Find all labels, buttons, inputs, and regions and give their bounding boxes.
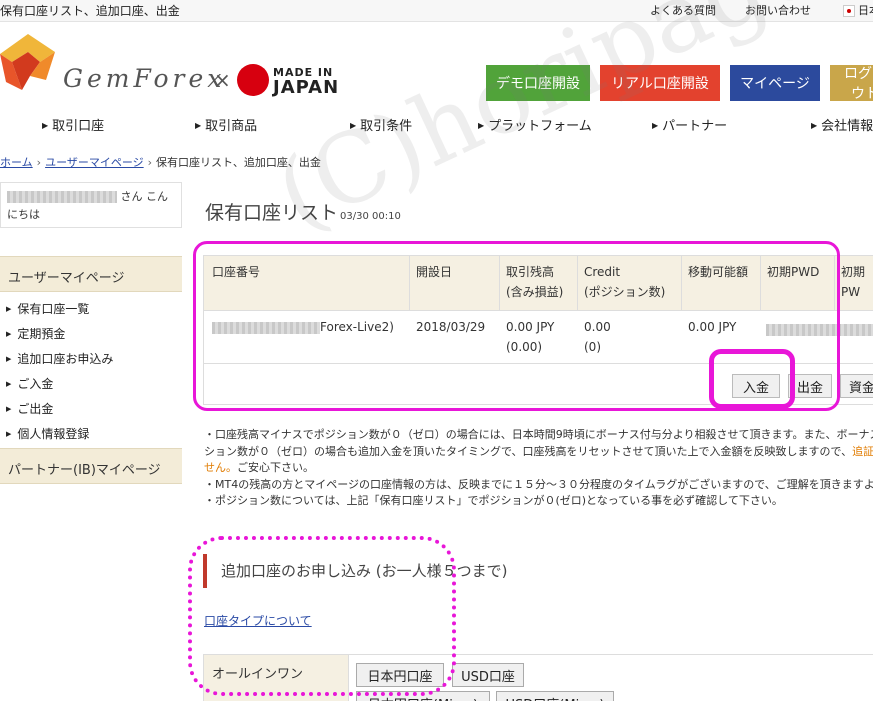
deposit-button[interactable]: 入金 [732, 374, 780, 398]
nav-item-platform[interactable]: ▶ プラットフォーム [478, 115, 592, 134]
sidebar: さん こんにちは ユーザーマイページ ▶ 保有口座一覧 ▶ 定期預金 ▶ 追加口座お申… [0, 182, 182, 487]
header-open-date: 開設日 [416, 265, 453, 279]
account-type-link[interactable]: 口座タイプについて [204, 612, 312, 629]
blurred-password [766, 323, 873, 336]
open-demo-account-button[interactable]: デモ口座開設 [486, 65, 590, 101]
header-transferable: 移動可能額 [688, 265, 749, 279]
chevron-right-icon: › [147, 156, 153, 169]
language-selector[interactable]: 日本 [843, 2, 873, 18]
jpy-account-button[interactable]: 日本円口座 [356, 663, 444, 687]
add-account-title: 追加口座のお申し込み (お一人様５つまで) [203, 554, 507, 588]
contact-link[interactable]: お問い合わせ [745, 2, 811, 18]
breadcrumb: ホーム › ユーザーマイページ › 保有口座リスト、追加口座、出金 [0, 154, 321, 170]
sidebar-item-personal-info[interactable]: ▶ 個人情報登録 [0, 421, 182, 446]
breadcrumb-home[interactable]: ホーム [0, 156, 33, 169]
page-title: 保有口座リスト、追加口座、出金 [0, 4, 180, 18]
jpy-micro-account-button[interactable]: 日本円口座(Micro) [356, 691, 490, 701]
japan-sun-icon [237, 64, 269, 96]
breadcrumb-current: 保有口座リスト、追加口座、出金 [156, 156, 321, 169]
triangle-right-icon: ▶ [350, 121, 357, 130]
triangle-right-icon: ▶ [478, 121, 485, 130]
header-credit: Credit (ポジション数) [584, 265, 666, 299]
account-notes: ・口座残高マイナスでポジション数が０（ゼロ）の場合には、日本時間9時頃にボーナス… [204, 427, 873, 510]
language-label: 日本 [858, 4, 873, 17]
note-line: ・口座残高マイナスでポジション数が０（ゼロ）の場合には、日本時間9時頃にボーナス… [204, 428, 873, 441]
sidebar-item-fixed-deposit[interactable]: ▶ 定期預金 [0, 321, 182, 346]
withdraw-button[interactable]: 出金 [788, 374, 832, 398]
open-real-account-button[interactable]: リアル口座開設 [600, 65, 720, 101]
transfer-button[interactable]: 資金移動 [840, 374, 873, 398]
japan-text: JAPAN [273, 77, 340, 98]
japan-flag-icon [843, 5, 855, 17]
main-nav: ▶ 取引口座 ▶ 取引商品 ▶ 取引条件 ▶ プラットフォーム ▶ パートナー ▶ 会社情報 [0, 104, 873, 144]
header-balance: 取引残高 (含み損益) [506, 265, 564, 299]
sidebar-item-deposit[interactable]: ▶ ご入金 [0, 371, 182, 396]
chevron-right-icon: › [36, 156, 42, 169]
blurred-account-id [212, 321, 320, 334]
logo-times: × [214, 68, 231, 92]
type-label-all-in-one: オールインワン [204, 655, 349, 701]
triangle-right-icon: ▶ [6, 354, 12, 363]
sidebar-section-user-mypage[interactable]: ユーザーマイページ [0, 256, 182, 292]
nav-item-products[interactable]: ▶ 取引商品 [195, 115, 257, 134]
breadcrumb-mypage[interactable]: ユーザーマイページ [45, 156, 144, 169]
header-initial-pwd-2: 初期PW [841, 265, 866, 299]
triangle-right-icon: ▶ [195, 121, 202, 130]
triangle-right-icon: ▶ [42, 121, 49, 130]
triangle-right-icon: ▶ [6, 404, 12, 413]
table-row: Forex-Live2) 2018/03/29 0.00 JPY (0.00) 0… [204, 311, 873, 364]
nav-item-company[interactable]: ▶ 会社情報 [811, 115, 873, 134]
balance: 0.00 JPY (0.00) [506, 320, 555, 354]
header-account-no: 口座番号 [212, 265, 261, 279]
logo-text: GemForex [63, 64, 226, 93]
account-type-table: オールインワン 日本円口座 USD口座 日本円口座(Micro) USD口座(M… [203, 654, 873, 701]
open-date: 2018/03/29 [416, 320, 486, 334]
usd-micro-account-button[interactable]: USD口座(Micro) [496, 691, 614, 701]
site-header: GemForex × MADE IN JAPAN デモ口座開設 リアル口座開設 … [0, 22, 873, 104]
user-greeting: さん こんにちは [0, 182, 182, 228]
triangle-right-icon: ▶ [6, 329, 12, 338]
triangle-right-icon: ▶ [6, 379, 12, 388]
sidebar-item-add-account[interactable]: ▶ 追加口座お申込み [0, 346, 182, 371]
faq-link[interactable]: よくある質問 [650, 2, 716, 18]
triangle-right-icon: ▶ [811, 121, 818, 130]
credit: 0.00 (0) [584, 320, 611, 354]
note-line: ・ポジション数については、上記「保有口座リスト」でポジションが０(ゼロ)となって… [204, 494, 783, 507]
account-number: Forex-Live2) [212, 317, 394, 337]
account-list-title: 保有口座リスト 03/30 00:10 [205, 202, 401, 224]
sidebar-item-withdraw[interactable]: ▶ ご出金 [0, 396, 182, 421]
triangle-right-icon: ▶ [652, 121, 659, 130]
nav-item-conditions[interactable]: ▶ 取引条件 [350, 115, 412, 134]
sidebar-item-accounts[interactable]: ▶ 保有口座一覧 [0, 296, 182, 321]
usd-account-button[interactable]: USD口座 [452, 663, 524, 687]
gemforex-logo-icon[interactable] [0, 32, 55, 92]
header-initial-pwd: 初期PWD [767, 265, 820, 279]
sidebar-section-partner[interactable]: パートナー(IB)マイページ [0, 448, 182, 484]
title-timestamp: 03/30 00:10 [340, 211, 401, 222]
triangle-right-icon: ▶ [6, 304, 12, 313]
sidebar-list: ▶ 保有口座一覧 ▶ 定期預金 ▶ 追加口座お申込み ▶ ご入金 ▶ ご出金 ▶ 個人情報登… [0, 296, 182, 446]
table-header: 口座番号 開設日 取引残高 (含み損益) Credit (ポジション数) 移動可能額… [204, 256, 873, 311]
blurred-username [7, 191, 117, 203]
note-line: ・MT4の残高の方とマイページの口座情報の方は、反映までに１５分～３０分程度のタ… [204, 477, 873, 491]
top-bar: 保有口座リスト、追加口座、出金 よくある質問 お問い合わせ 日本 [0, 0, 873, 22]
note-line: ション数が０（ゼロ）の場合も追加入金を頂いたタイミングで、口座残高をリセットさせ… [204, 444, 873, 458]
transferable: 0.00 JPY [688, 320, 737, 334]
triangle-right-icon: ▶ [6, 429, 12, 438]
initial-pwd [766, 319, 873, 339]
nav-item-partner[interactable]: ▶ パートナー [652, 115, 727, 134]
logout-button[interactable]: ログアウト [830, 65, 873, 102]
nav-item-trading-account[interactable]: ▶ 取引口座 [42, 115, 104, 134]
mypage-button[interactable]: マイページ [730, 65, 820, 101]
note-line: せん。ご安心下さい。 [204, 461, 314, 474]
account-list-table: 口座番号 開設日 取引残高 (含み損益) Credit (ポジション数) 移動可能額… [203, 255, 873, 405]
